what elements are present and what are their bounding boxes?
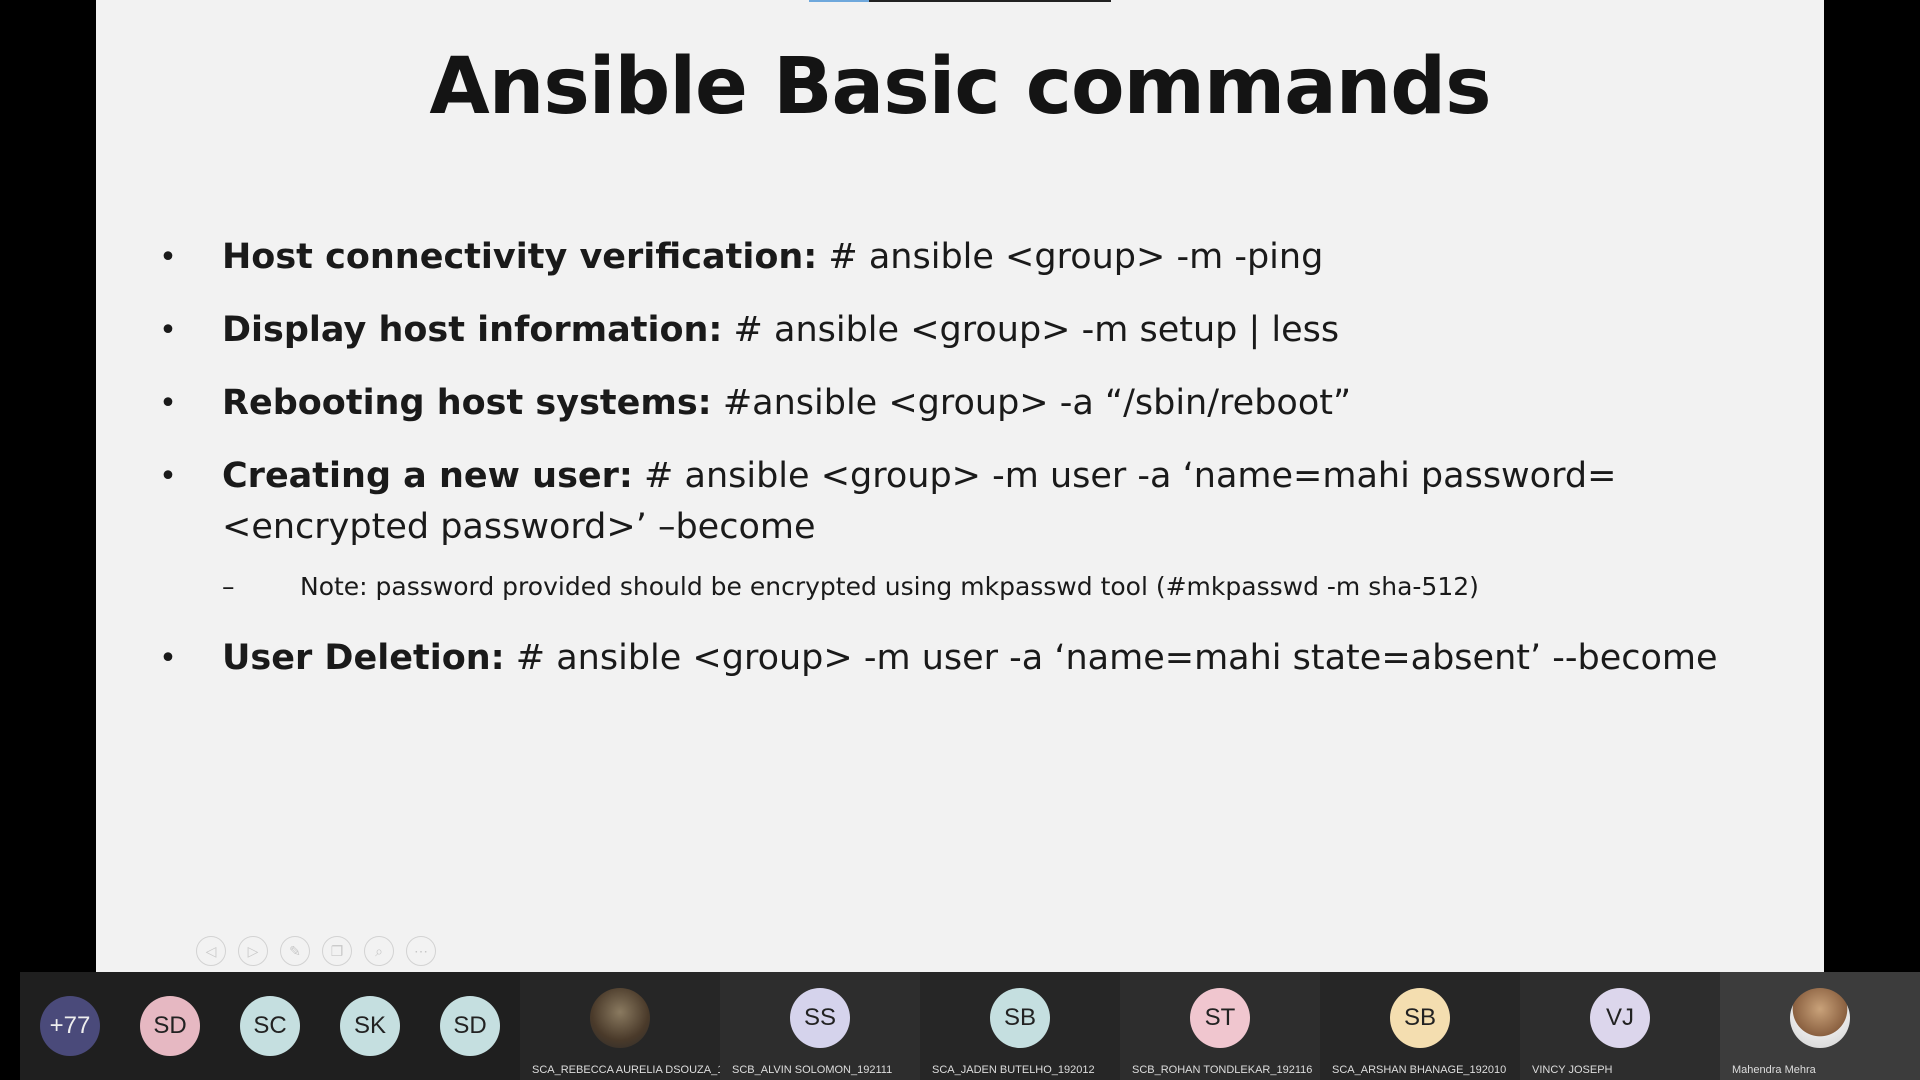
- slide-controls: ◁ ▷ ✎ ❐ ⌕ ⋯: [196, 936, 436, 966]
- avatar: SS: [790, 988, 850, 1048]
- participant-tile[interactable]: ST SCB_ROHAN TONDLEKAR_192116: [1120, 972, 1320, 1080]
- avatar: VJ: [1590, 988, 1650, 1048]
- participant-name: SCB_ALVIN SOLOMON_192111: [732, 1064, 893, 1076]
- participant-tile[interactable]: SS SCB_ALVIN SOLOMON_192111: [720, 972, 920, 1080]
- slide: Ansible Basic commands • Host connectivi…: [96, 0, 1824, 972]
- participant-photo: [590, 988, 650, 1048]
- dash-icon: –: [222, 572, 235, 601]
- participant-avatar-group: +77 SD SC SK SD: [20, 972, 520, 1080]
- bullet-icon: •: [159, 240, 177, 275]
- participant-name: SCB_ROHAN TONDLEKAR_192116: [1132, 1064, 1313, 1076]
- bullet-item: • Display host information: # ansible <g…: [156, 305, 1796, 356]
- participant-tile[interactable]: VJ VINCY JOSEPH: [1520, 972, 1720, 1080]
- participant-name: SCA_JADEN BUTELHO_192012: [932, 1064, 1095, 1076]
- bullet-icon: •: [159, 313, 177, 348]
- participant-tile[interactable]: SCA_REBECCA AURELIA DSOUZA_19...: [520, 972, 739, 1080]
- participant-name: SCA_REBECCA AURELIA DSOUZA_19...: [532, 1064, 739, 1076]
- zoom-icon[interactable]: ⌕: [364, 936, 394, 966]
- bullet-list: • Host connectivity verification: # ansi…: [156, 232, 1796, 706]
- avatar[interactable]: SC: [240, 996, 300, 1056]
- avatar[interactable]: SD: [140, 996, 200, 1056]
- slide-top-line: [809, 0, 1111, 2]
- bullet-text: #ansible <group> -a “/sbin/reboot”: [711, 383, 1352, 423]
- bullet-term: Host connectivity verification:: [222, 237, 818, 277]
- bullet-icon: •: [159, 459, 177, 494]
- bullet-icon: •: [159, 386, 177, 421]
- more-options-icon[interactable]: ⋯: [406, 936, 436, 966]
- avatar: SB: [1390, 988, 1450, 1048]
- participant-name: Mahendra Mehra: [1732, 1064, 1816, 1076]
- bullet-term: User Deletion:: [222, 638, 505, 678]
- bullet-item: • Creating a new user: # ansible <group>…: [156, 451, 1796, 553]
- pen-icon[interactable]: ✎: [280, 936, 310, 966]
- more-participants-button[interactable]: +77: [40, 996, 100, 1056]
- next-slide-icon[interactable]: ▷: [238, 936, 268, 966]
- avatar: SB: [990, 988, 1050, 1048]
- slide-title: Ansible Basic commands: [429, 42, 1491, 132]
- participant-name: SCA_ARSHAN BHANAGE_192010: [1332, 1064, 1507, 1076]
- avatar: ST: [1190, 988, 1250, 1048]
- participant-strip: +77 SD SC SK SD SCA_REBECCA AURELIA DSOU…: [20, 972, 1920, 1080]
- bullet-term: Rebooting host systems:: [222, 383, 712, 423]
- previous-slide-icon[interactable]: ◁: [196, 936, 226, 966]
- bullet-item: • Rebooting host systems: #ansible <grou…: [156, 378, 1796, 429]
- bullet-text: # ansible <group> -m setup | less: [722, 310, 1340, 350]
- participant-tile[interactable]: Mahendra Mehra: [1720, 972, 1920, 1080]
- bullet-item: • User Deletion: # ansible <group> -m us…: [156, 633, 1796, 684]
- copy-icon[interactable]: ❐: [322, 936, 352, 966]
- bullet-text: # ansible <group> -m user -a ‘name=mahi …: [504, 638, 1718, 678]
- sub-bullet-note: – Note: password provided should be encr…: [156, 569, 1796, 605]
- bullet-icon: •: [159, 641, 177, 676]
- participant-photo: [1790, 988, 1850, 1048]
- bullet-term: Display host information:: [222, 310, 723, 350]
- participant-tile[interactable]: SB SCA_JADEN BUTELHO_192012: [920, 972, 1120, 1080]
- avatar[interactable]: SK: [340, 996, 400, 1056]
- slide-top-accent: [809, 0, 869, 2]
- participant-name: VINCY JOSEPH: [1532, 1064, 1613, 1076]
- bullet-item: • Host connectivity verification: # ansi…: [156, 232, 1796, 283]
- avatar[interactable]: SD: [440, 996, 500, 1056]
- bullet-text: # ansible <group> -m -ping: [817, 237, 1324, 277]
- note-text: Note: password provided should be encryp…: [300, 572, 1479, 601]
- participant-tile[interactable]: SB SCA_ARSHAN BHANAGE_192010: [1320, 972, 1520, 1080]
- bullet-term: Creating a new user:: [222, 456, 633, 496]
